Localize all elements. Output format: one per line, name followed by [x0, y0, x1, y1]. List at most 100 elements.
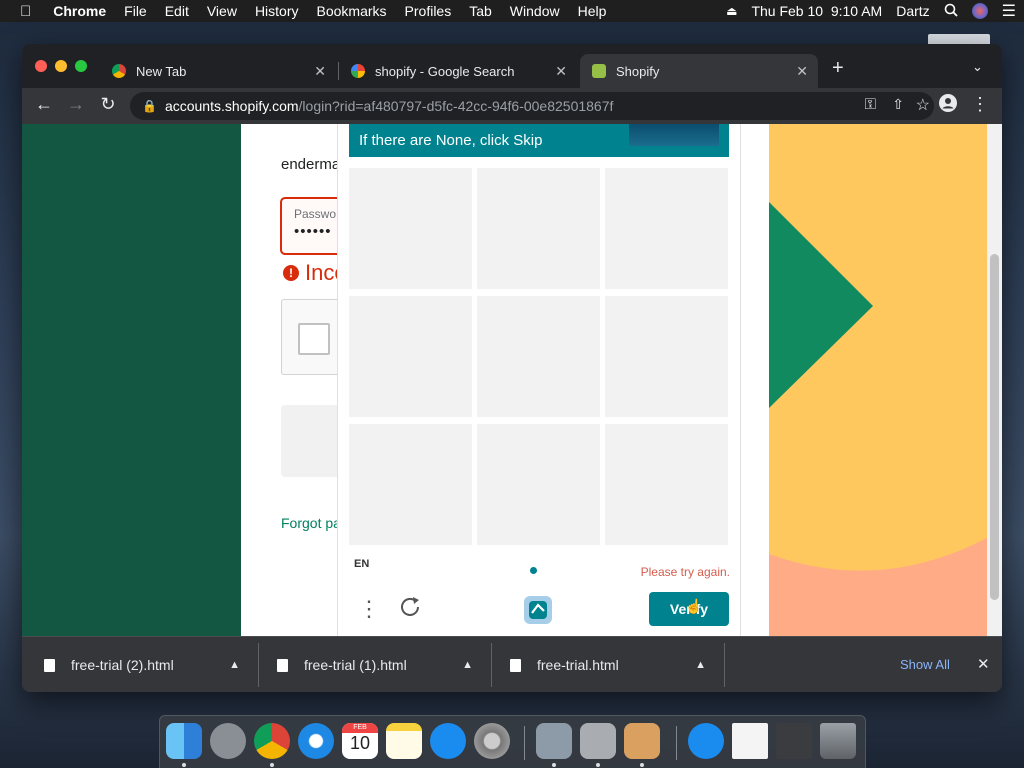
password-label: Passwo	[294, 207, 337, 221]
running-indicator	[182, 763, 186, 767]
close-tab-icon[interactable]: ✕	[555, 63, 567, 80]
captcha-image-tile[interactable]	[349, 424, 472, 545]
eject-icon[interactable]: ⏏	[726, 4, 737, 18]
back-arrow-icon[interactable]: ←	[32, 94, 56, 115]
apple-icon[interactable]: 	[20, 3, 31, 20]
illustration-panel	[769, 124, 987, 636]
recaptcha-checkbox[interactable]	[298, 323, 330, 355]
control-center-icon[interactable]: ☰	[1002, 1, 1016, 21]
download-filename: free-trial (2).html	[71, 657, 174, 673]
url-path: /login?rid=af480797-d5fc-42cc-94f6-00e82…	[298, 98, 614, 114]
show-all-downloads-button[interactable]: Show All	[900, 657, 950, 672]
running-indicator	[270, 763, 274, 767]
zoom-window-button[interactable]	[75, 60, 87, 72]
refresh-challenge-icon[interactable]	[397, 594, 423, 625]
download-item[interactable]: free-trial (2).html ▲	[44, 637, 254, 692]
tab-shopify[interactable]: Shopify ✕	[580, 54, 818, 88]
address-bar[interactable]: 🔒 accounts.shopify.com /login?rid=af4807…	[130, 92, 934, 120]
brand-panel	[22, 124, 241, 636]
close-tab-icon[interactable]: ✕	[796, 63, 808, 80]
html-file-icon	[44, 658, 55, 672]
captcha-image-tile[interactable]	[605, 424, 728, 545]
trash-icon[interactable]	[820, 723, 856, 759]
menu-edit[interactable]: Edit	[165, 3, 189, 19]
captcha-example-image	[629, 124, 719, 146]
chevron-up-icon[interactable]: ▲	[695, 659, 706, 671]
chevron-up-icon[interactable]: ▲	[229, 659, 240, 671]
tab-title: Shopify	[616, 63, 660, 79]
disk-utility-icon[interactable]	[580, 723, 616, 759]
new-tab-button[interactable]: +	[832, 57, 844, 80]
download-divider	[724, 643, 725, 687]
app-store-icon[interactable]	[430, 723, 466, 759]
key-icon[interactable]: ⚿	[865, 96, 876, 113]
profile-avatar-icon[interactable]	[936, 94, 960, 117]
menu-help[interactable]: Help	[578, 3, 607, 19]
screenshot-icon[interactable]	[776, 723, 812, 759]
forward-arrow-icon[interactable]: →	[64, 94, 88, 115]
lock-icon[interactable]: 🔒	[142, 99, 157, 113]
notes-icon[interactable]	[386, 723, 422, 759]
captcha-image-tile[interactable]	[349, 168, 472, 289]
safari-icon[interactable]	[298, 723, 334, 759]
captcha-prompt-banner: If there are None, click Skip	[349, 124, 729, 157]
chrome-icon[interactable]	[254, 723, 290, 759]
launchpad-icon[interactable]	[210, 723, 246, 759]
finder-folder-icon[interactable]	[536, 723, 572, 759]
bookmark-star-icon[interactable]: ☆	[916, 95, 930, 115]
dock-divider	[676, 726, 677, 760]
captcha-error-text: Please try again.	[640, 565, 730, 579]
spotlight-search-icon[interactable]	[944, 3, 958, 20]
minimize-window-button[interactable]	[55, 60, 67, 72]
app-store-icon[interactable]	[688, 723, 724, 759]
finder-icon[interactable]	[166, 723, 202, 759]
html-document-icon[interactable]	[732, 723, 768, 759]
captcha-menu-icon[interactable]: ⋮	[358, 596, 380, 622]
menubar-datetime[interactable]: Thu Feb 10 9:10 AM	[751, 3, 882, 19]
download-item[interactable]: free-trial.html ▲	[510, 637, 720, 692]
close-tab-icon[interactable]: ✕	[314, 63, 326, 80]
captcha-challenge: If there are None, click Skip EN Please …	[337, 124, 741, 636]
calendar-icon[interactable]: FEB 10	[342, 723, 378, 759]
page-scrollbar[interactable]	[987, 124, 1002, 636]
download-item[interactable]: free-trial (1).html ▲	[277, 637, 487, 692]
menu-app-name[interactable]: Chrome	[53, 3, 106, 19]
menu-window[interactable]: Window	[510, 3, 560, 19]
menu-bookmarks[interactable]: Bookmarks	[317, 3, 387, 19]
reload-icon[interactable]: ↻	[96, 94, 120, 115]
menu-view[interactable]: View	[207, 3, 237, 19]
close-downloads-icon[interactable]: ✕	[977, 655, 990, 673]
menubar-user[interactable]: Dartz	[896, 3, 929, 19]
tab-new-tab[interactable]: New Tab ✕	[100, 54, 336, 88]
mouse-cursor-icon: ☝	[685, 598, 703, 614]
captcha-image-tile[interactable]	[477, 296, 600, 417]
chevron-up-icon[interactable]: ▲	[462, 659, 473, 671]
menu-file[interactable]: File	[124, 3, 147, 19]
mac-menubar:  Chrome File Edit View History Bookmark…	[0, 0, 1024, 22]
system-preferences-icon[interactable]	[474, 723, 510, 759]
menu-history[interactable]: History	[255, 3, 299, 19]
share-icon[interactable]: ⇧	[892, 96, 904, 113]
browser-menu-icon[interactable]: ⋮	[968, 94, 992, 115]
page-indicator-dot	[530, 567, 537, 574]
tab-search-chevron-icon[interactable]: ⌄	[972, 59, 983, 75]
tab-strip: New Tab ✕ shopify - Google Search ✕ Shop…	[22, 44, 1002, 88]
captcha-image-tile[interactable]	[477, 168, 600, 289]
archive-icon[interactable]	[624, 723, 660, 759]
captcha-image-tile[interactable]	[605, 168, 728, 289]
url-host: accounts.shopify.com	[164, 98, 299, 114]
close-window-button[interactable]	[35, 60, 47, 72]
scrollbar-thumb[interactable]	[990, 254, 999, 600]
menu-profiles[interactable]: Profiles	[405, 3, 452, 19]
siri-icon[interactable]	[971, 3, 988, 19]
language-selector[interactable]: EN	[354, 558, 369, 570]
captcha-image-tile[interactable]	[349, 296, 472, 417]
html-file-icon	[510, 658, 521, 672]
forgot-password-link[interactable]: Forgot pa	[281, 515, 341, 531]
captcha-image-tile[interactable]	[605, 296, 728, 417]
captcha-image-tile[interactable]	[477, 424, 600, 545]
running-indicator	[552, 763, 556, 767]
chrome-icon	[112, 64, 126, 78]
tab-google-search[interactable]: shopify - Google Search ✕	[339, 54, 577, 88]
menu-tab[interactable]: Tab	[469, 3, 492, 19]
